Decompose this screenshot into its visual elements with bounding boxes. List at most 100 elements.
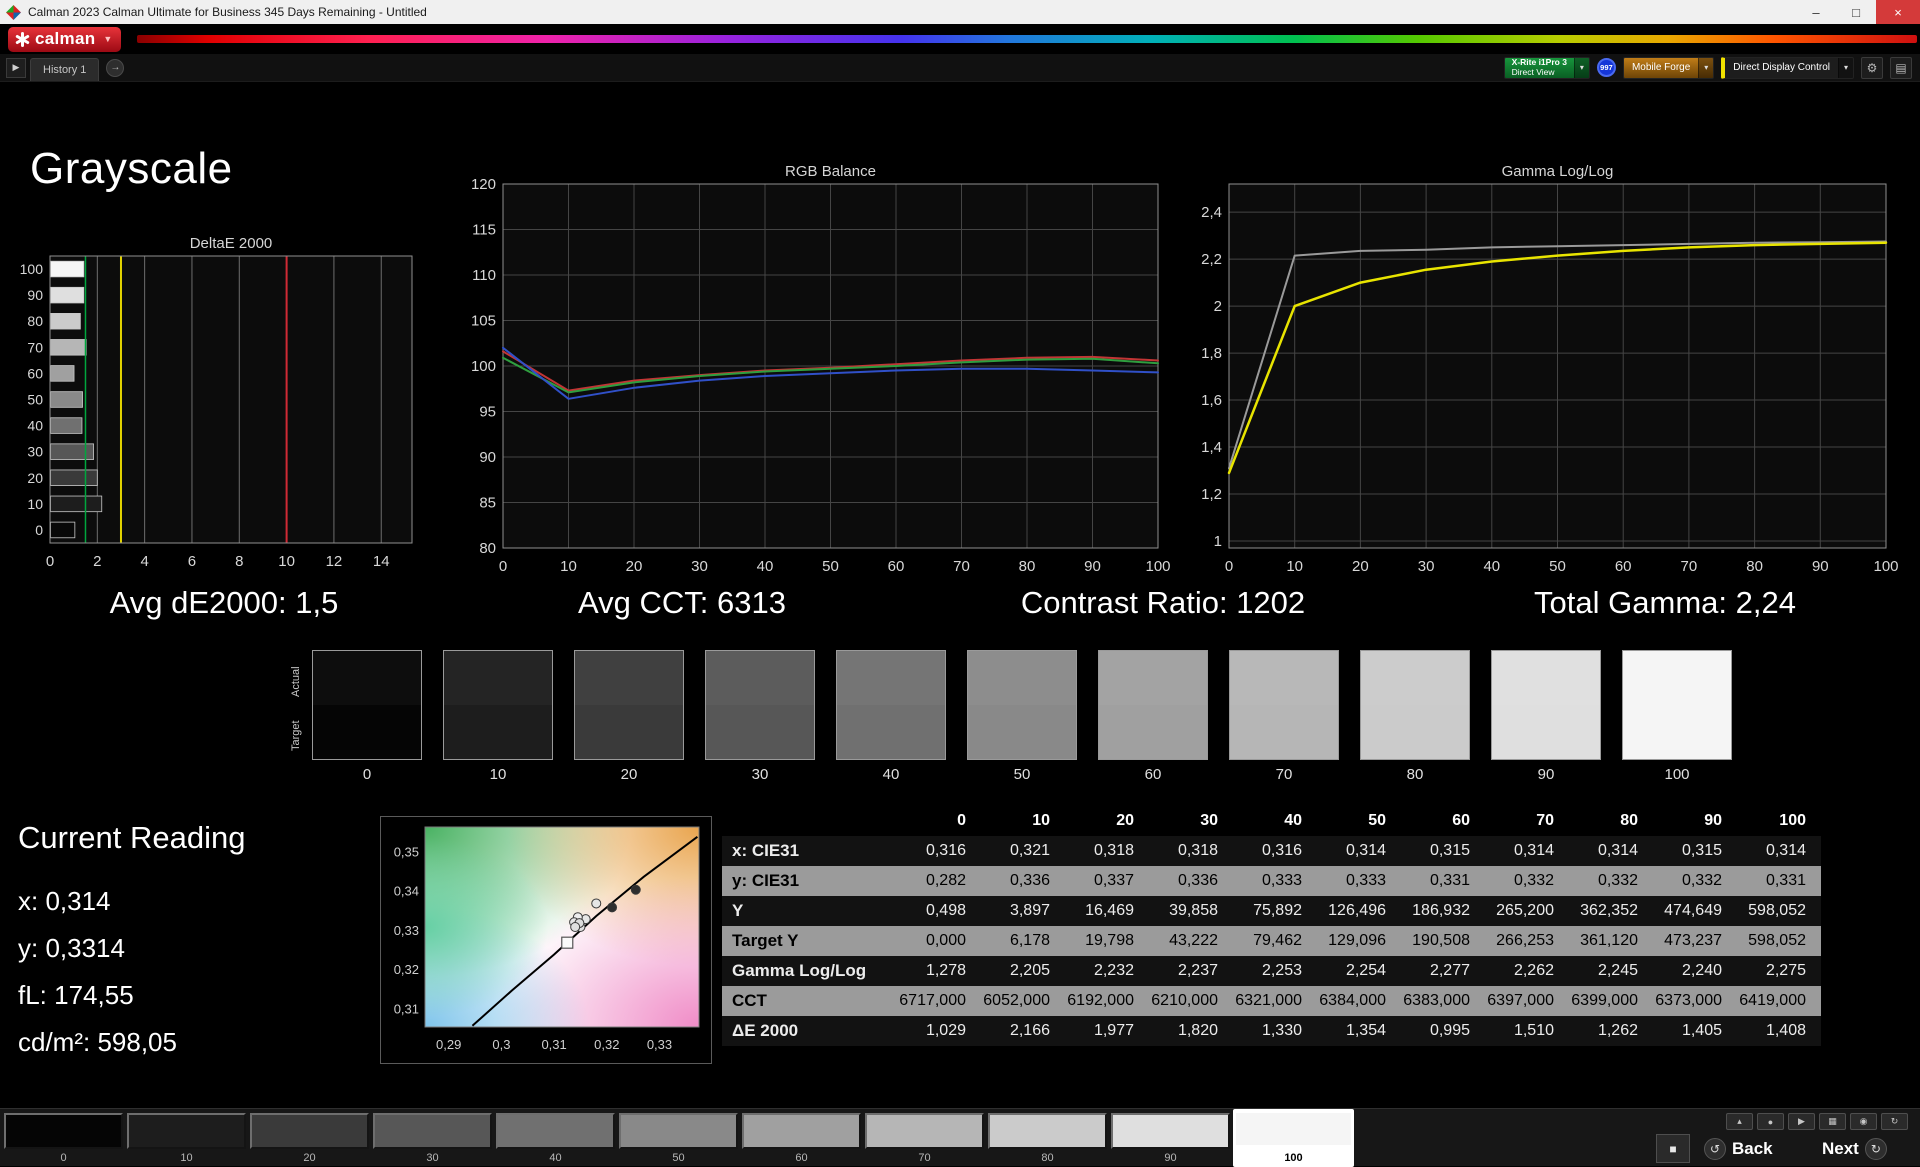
meter-count-badge[interactable]: 997 [1596, 58, 1616, 77]
gamma-chart: 0 10 20 30 40 50 60 70 80 90 100 1 1,2 1,4 1,6 1,8 2 2,2 2… [1201, 163, 1898, 575]
calman-menu-button[interactable]: calman ▼ [8, 26, 122, 52]
svg-text:100: 100 [471, 358, 496, 375]
grayscale-swatch-90: 90 [1491, 650, 1601, 783]
history-forward-button[interactable]: → [106, 58, 125, 77]
table-cell: 0,314 [1345, 842, 1386, 859]
svg-text:Gamma Log/Log: Gamma Log/Log [1502, 163, 1614, 180]
svg-text:70: 70 [1681, 558, 1698, 575]
table-cell: 361,120 [1580, 932, 1638, 949]
grayscale-patch-button-40[interactable]: 40 [495, 1109, 616, 1167]
stop-button[interactable]: ■ [1656, 1134, 1690, 1163]
svg-text:1,2: 1,2 [1201, 486, 1222, 503]
svg-text:100: 100 [20, 261, 44, 277]
grayscale-swatch-60: 60 [1098, 650, 1208, 783]
svg-text:90: 90 [1084, 558, 1101, 575]
table-cell: 190,508 [1412, 932, 1470, 949]
table-cell: 0,321 [1009, 842, 1050, 859]
swatch-actual-half [1230, 651, 1338, 705]
grayscale-patch-button-0[interactable]: 0 [3, 1109, 124, 1167]
grayscale-patch-button-10[interactable]: 10 [126, 1109, 247, 1167]
grayscale-swatch-30: 30 [705, 650, 815, 783]
table-cell: 1,029 [925, 1022, 966, 1039]
svg-text:90: 90 [1812, 558, 1829, 575]
grayscale-patch-button-20[interactable]: 20 [249, 1109, 370, 1167]
grayscale-patch-button-70[interactable]: 70 [864, 1109, 985, 1167]
patch-face [496, 1113, 615, 1149]
svg-text:RGB Balance: RGB Balance [785, 163, 876, 180]
reading-cdm2: cd/m²: 598,05 [18, 1027, 177, 1057]
svg-text:105: 105 [471, 313, 496, 330]
grid-button[interactable]: ▦ [1819, 1113, 1846, 1130]
table-cell: 43,222 [1169, 932, 1218, 949]
patch-face [373, 1113, 492, 1149]
svg-text:1: 1 [1214, 533, 1222, 550]
svg-text:0: 0 [46, 553, 54, 570]
svg-text:80: 80 [27, 313, 43, 329]
table-cell: 0,000 [925, 932, 966, 949]
play-button[interactable]: ▶ [1788, 1113, 1815, 1130]
patch-face [1234, 1111, 1353, 1147]
table-cell: 6383,000 [1403, 992, 1470, 1009]
svg-text:80: 80 [479, 540, 496, 557]
tab-history-1[interactable]: History 1 [30, 58, 100, 81]
svg-text:50: 50 [1549, 558, 1566, 575]
layout-panel-button[interactable]: ▤ [1890, 56, 1912, 79]
grayscale-patch-button-100[interactable]: 100 [1233, 1109, 1354, 1167]
table-header-cell: 20 [1116, 812, 1134, 829]
record-button[interactable]: ● [1757, 1113, 1784, 1130]
svg-text:0,33: 0,33 [394, 923, 419, 938]
chevron-down-icon: ▼ [103, 34, 113, 44]
swatch-level-label: 50 [1013, 766, 1031, 783]
calman-app-window: Calman 2023 Calman Ultimate for Business… [0, 0, 1920, 1167]
back-button[interactable]: ↺ Back [1704, 1134, 1773, 1163]
maximize-button[interactable]: □ [1836, 0, 1876, 24]
rgb-balance-chart: 0 10 20 30 40 50 60 70 80 90 100 80 85 90 95 100 105 110 1… [471, 163, 1170, 575]
grayscale-patch-button-80[interactable]: 80 [987, 1109, 1108, 1167]
minimize-button[interactable]: – [1796, 0, 1836, 24]
settings-gear-button[interactable]: ⚙ [1861, 56, 1883, 79]
table-cell: 0,331 [1429, 872, 1470, 889]
table-cell: 0,331 [1765, 872, 1806, 889]
svg-text:85: 85 [479, 495, 496, 512]
swatch-actual-half [837, 651, 945, 705]
table-cell: 0,332 [1597, 872, 1638, 889]
svg-text:10: 10 [278, 553, 295, 570]
table-cell: 0,315 [1429, 842, 1470, 859]
close-button[interactable]: × [1876, 0, 1920, 24]
table-cell: 2,262 [1513, 962, 1554, 979]
patch-level-label: 10 [180, 1152, 193, 1164]
display-control-dropdown[interactable]: Direct Display Control ▾ [1721, 56, 1854, 79]
swatch-level-label: 60 [1144, 766, 1162, 783]
table-header-cell: 90 [1704, 812, 1722, 829]
swatch-face [1491, 650, 1601, 760]
grayscale-patch-button-90[interactable]: 90 [1110, 1109, 1231, 1167]
history-expand-button[interactable]: ▶ [6, 57, 26, 78]
grayscale-patch-button-60[interactable]: 60 [741, 1109, 862, 1167]
avg-cct-stat: Avg CCT: 6313 [578, 585, 786, 620]
next-button[interactable]: Next ↻ [1822, 1134, 1887, 1163]
table-row: CCT 6717,000 6052,000 6192,000 6210,000 6321,… [722, 986, 1821, 1016]
chevron-down-icon: ▾ [1698, 57, 1714, 78]
meter-dropdown[interactable]: X-Rite i1Pro 3 Direct View ▾ [1503, 56, 1590, 79]
grayscale-patch-button-50[interactable]: 50 [618, 1109, 739, 1167]
swatch-actual-half [1361, 651, 1469, 705]
table-header-cell: 50 [1368, 812, 1386, 829]
eject-button[interactable]: ▴ [1726, 1113, 1753, 1130]
source-dropdown[interactable]: Mobile Forge ▾ [1622, 56, 1715, 79]
table-row: x: CIE31 0,316 0,321 0,318 0,318 0,316 0,314 0,… [722, 836, 1821, 866]
svg-text:4: 4 [140, 553, 148, 570]
grayscale-swatch-100: 100 [1622, 650, 1732, 783]
grayscale-swatch-80: 80 [1360, 650, 1470, 783]
table-row: y: CIE31 0,282 0,336 0,337 0,336 0,333 0,333 0,… [722, 866, 1821, 896]
refresh-button[interactable]: ↻ [1881, 1113, 1908, 1130]
swatch-level-label: 20 [620, 766, 638, 783]
svg-text:40: 40 [1483, 558, 1500, 575]
target-button[interactable]: ◉ [1850, 1113, 1877, 1130]
grayscale-patch-button-30[interactable]: 30 [372, 1109, 493, 1167]
table-cell: 0,316 [925, 842, 966, 859]
table-cell: 0,314 [1513, 842, 1554, 859]
table-cell: 6384,000 [1319, 992, 1386, 1009]
svg-text:20: 20 [27, 470, 43, 486]
table-cell: 0,316 [1261, 842, 1302, 859]
table-cell: 79,462 [1253, 932, 1302, 949]
